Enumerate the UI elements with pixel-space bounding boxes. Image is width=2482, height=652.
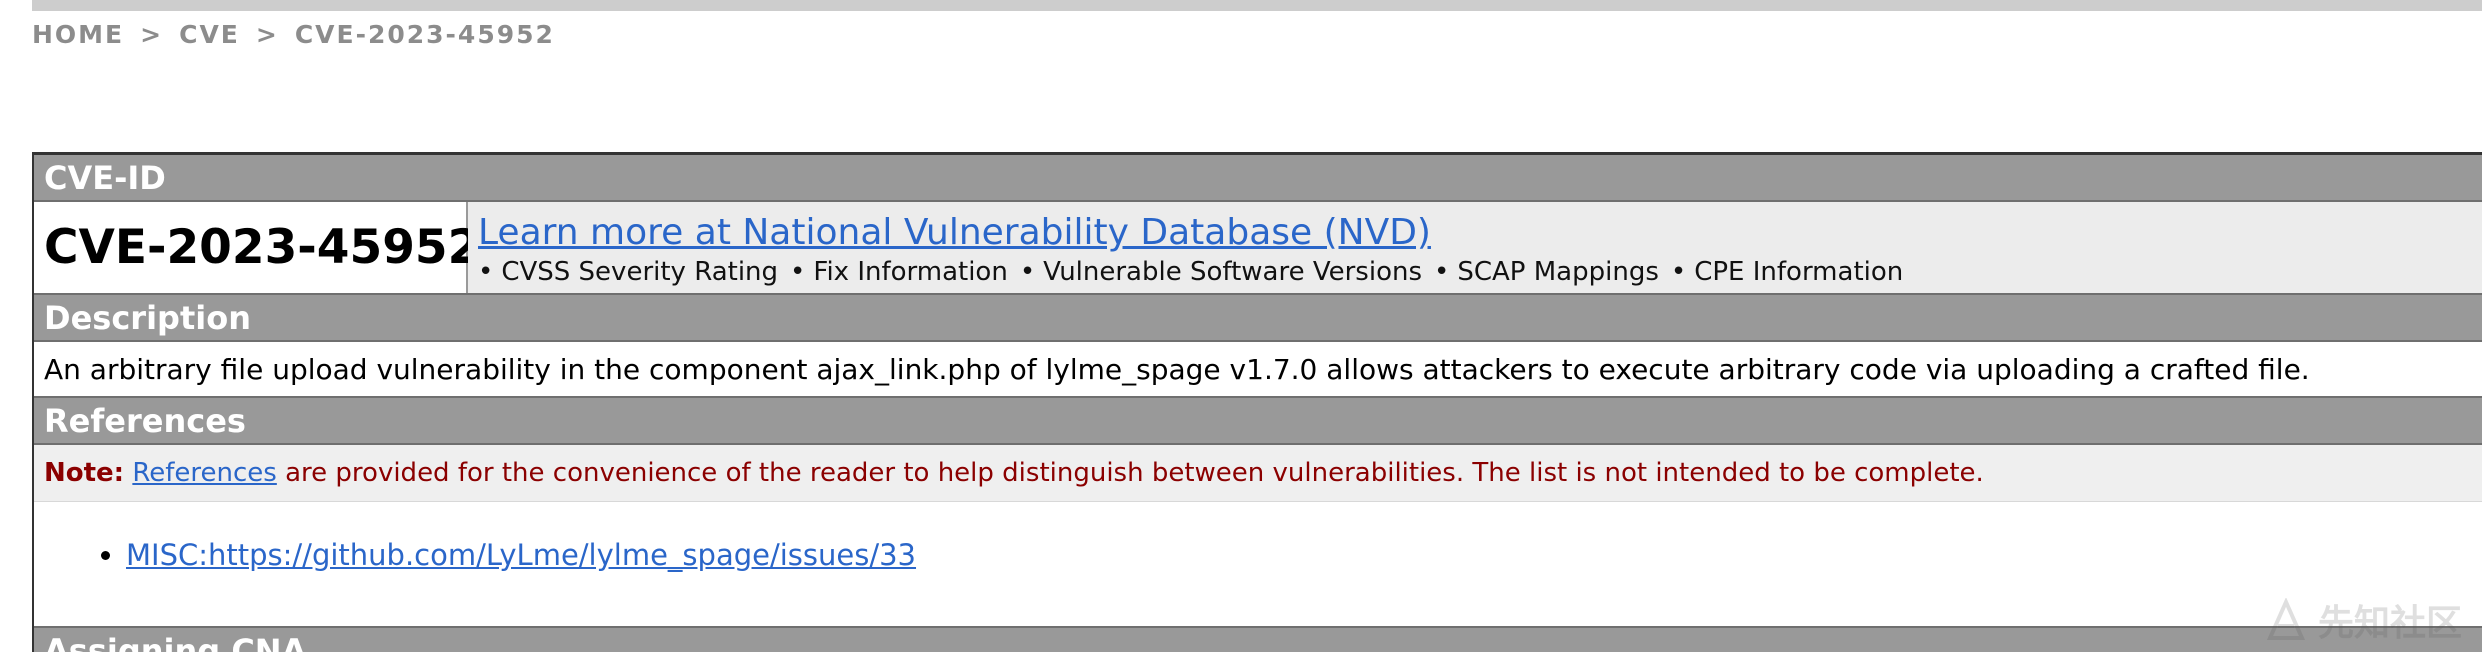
- cve-id-row: CVE-2023-45952 Learn more at National Vu…: [34, 202, 2482, 295]
- nvd-feature: CPE Information: [1694, 257, 1904, 287]
- reference-item: MISC:https://github.com/LyLme/lylme_spag…: [126, 538, 2482, 572]
- breadcrumb-home[interactable]: HOME: [32, 20, 124, 49]
- nvd-feature: Fix Information: [813, 257, 1008, 287]
- note-label: Note:: [44, 458, 125, 488]
- bullet-icon: •: [1434, 257, 1450, 287]
- watermark: 先知社区: [2264, 594, 2462, 646]
- nvd-features-list: • CVSS Severity Rating • Fix Information…: [478, 257, 2482, 287]
- top-rule: [32, 0, 2482, 11]
- references-help-link[interactable]: References: [132, 458, 276, 488]
- description-text: An arbitrary file upload vulnerability i…: [34, 342, 2482, 398]
- breadcrumb-separator: >: [255, 19, 279, 49]
- reference-link[interactable]: MISC:https://github.com/LyLme/lylme_spag…: [126, 538, 916, 572]
- bullet-icon: •: [478, 257, 494, 287]
- references-list-area: MISC:https://github.com/LyLme/lylme_spag…: [34, 502, 2482, 628]
- nvd-link[interactable]: Learn more at National Vulnerability Dat…: [478, 212, 1431, 253]
- description-header: Description: [34, 295, 2482, 342]
- bullet-icon: •: [790, 257, 806, 287]
- bullet-icon: •: [1670, 257, 1687, 287]
- breadcrumb: HOME > CVE > CVE-2023-45952: [32, 18, 555, 50]
- cve-id-header: CVE-ID: [34, 155, 2482, 202]
- assigning-cna-header: Assigning CNA: [34, 628, 2482, 652]
- watermark-text: 先知社区: [2317, 603, 2462, 644]
- nvd-feature: SCAP Mappings: [1457, 257, 1659, 287]
- cve-details-table: CVE-ID CVE-2023-45952 Learn more at Nati…: [32, 152, 2482, 652]
- references-list: MISC:https://github.com/LyLme/lylme_spag…: [34, 502, 2482, 572]
- cve-id-value: CVE-2023-45952: [34, 202, 480, 293]
- references-header: References: [34, 398, 2482, 445]
- nvd-feature: CVSS Severity Rating: [501, 257, 779, 287]
- breadcrumb-current: CVE-2023-45952: [294, 19, 555, 49]
- breadcrumb-separator: >: [140, 19, 164, 49]
- watermark-logo-icon: [2266, 598, 2306, 640]
- note-text: are provided for the convenience of the …: [276, 458, 1984, 488]
- breadcrumb-cve[interactable]: CVE: [179, 20, 240, 49]
- bullet-icon: •: [1019, 257, 1036, 287]
- references-note: Note: References are provided for the co…: [34, 445, 2482, 502]
- nvd-feature: Vulnerable Software Versions: [1043, 257, 1423, 287]
- nvd-cell: Learn more at National Vulnerability Dat…: [468, 202, 2482, 293]
